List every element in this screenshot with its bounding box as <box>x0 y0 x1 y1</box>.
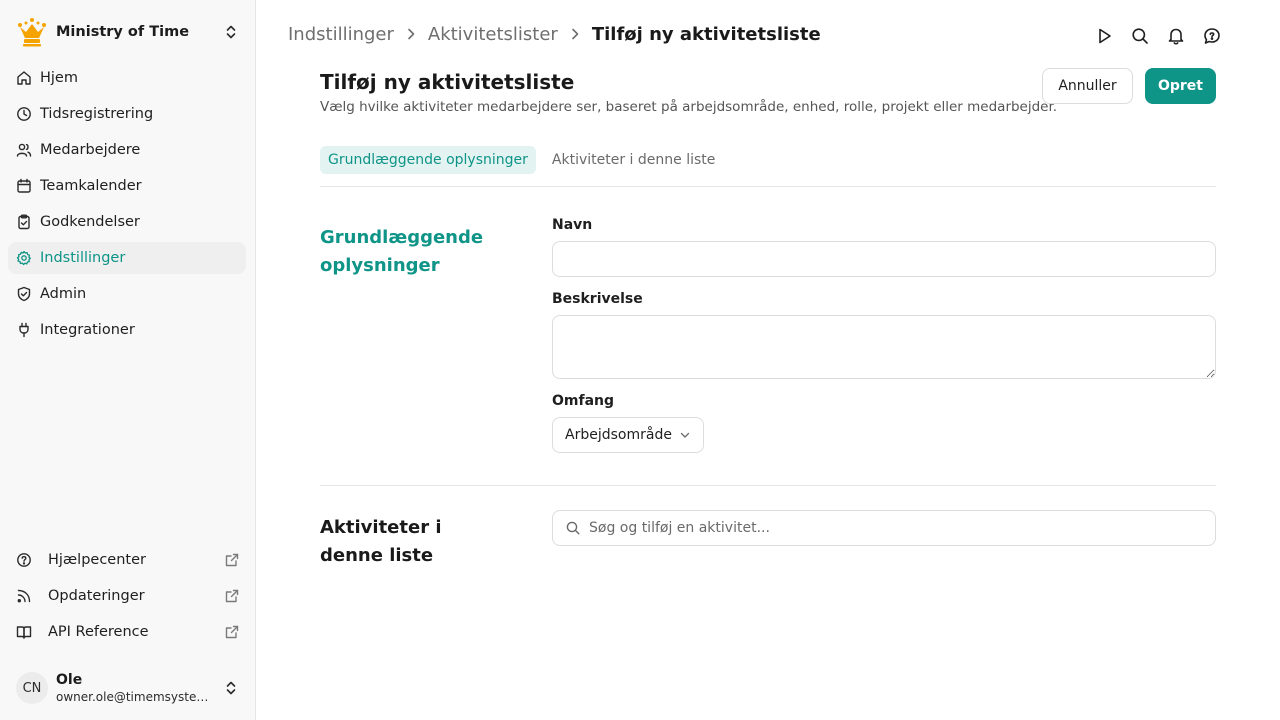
chevron-up-down-icon <box>226 25 236 39</box>
user-info: Ole owner.ole@timemsystem.dk <box>56 671 224 705</box>
api-reference-label: API Reference <box>48 624 149 640</box>
sidebar-item-approvals[interactable]: Godkendelser <box>8 206 246 238</box>
clipboard-check-icon <box>18 214 30 230</box>
user-menu[interactable]: CN Ole owner.ole@timemsystem.dk <box>16 668 240 708</box>
sidebar-item-label: Tidsregistrering <box>40 106 154 122</box>
avatar: CN <box>16 672 48 704</box>
org-switcher[interactable]: Ministry of Time <box>16 16 240 48</box>
calendar-icon <box>17 178 31 193</box>
sidebar-item-home[interactable]: Hjem <box>8 62 246 94</box>
bell-icon[interactable] <box>1166 26 1186 46</box>
gear-icon <box>16 250 31 266</box>
name-field[interactable] <box>552 241 1216 277</box>
sidebar-item-integrations[interactable]: Integrationer <box>8 314 246 346</box>
tab-basic-info[interactable]: Grundlæggende oplysninger <box>320 146 536 174</box>
sidebar-item-label: Admin <box>40 286 87 302</box>
breadcrumb-settings[interactable]: Indstillinger <box>288 24 394 45</box>
shield-check-icon <box>17 286 31 302</box>
sidebar-item-settings[interactable]: Indstillinger <box>8 242 246 274</box>
user-name: Ole <box>56 672 83 688</box>
description-field[interactable] <box>552 315 1216 379</box>
tab-activities[interactable]: Aktiviteter i denne liste <box>544 146 723 174</box>
name-label: Navn <box>552 217 593 233</box>
divider <box>320 485 1216 486</box>
updates-link[interactable]: Opdateringer <box>8 580 246 612</box>
page-title: Tilføj ny aktivitetsliste <box>320 70 575 94</box>
sidebar-nav: Hjem Tidsregistrering Medarbejdere Teamk… <box>8 62 246 350</box>
chevron-down-icon <box>680 432 690 438</box>
external-link-icon <box>225 589 239 603</box>
book-icon <box>16 626 32 639</box>
cancel-button[interactable]: Annuller <box>1042 68 1133 104</box>
basic-section-title: Grundlæggende oplysninger <box>320 227 484 276</box>
divider <box>320 186 1216 187</box>
updates-label: Opdateringer <box>48 588 145 604</box>
external-link-icon <box>225 625 239 639</box>
api-reference-link[interactable]: API Reference <box>8 616 246 648</box>
sidebar-item-employees[interactable]: Medarbejdere <box>8 134 246 166</box>
org-name: Ministry of Time <box>56 24 190 40</box>
breadcrumb-activity-lists[interactable]: Aktivitetslister <box>428 24 558 45</box>
user-email: owner.ole@timemsystem.dk <box>56 690 212 704</box>
search-icon[interactable] <box>1130 26 1150 46</box>
sidebar-item-label: Godkendelser <box>40 214 140 230</box>
help-center-link[interactable]: Hjælpecenter <box>8 544 246 576</box>
section-tabs: Grundlæggende oplysninger Aktiviteter i … <box>320 146 731 174</box>
chevron-right-icon <box>572 28 579 40</box>
sidebar-item-label: Medarbejdere <box>40 142 141 158</box>
sidebar-item-admin[interactable]: Admin <box>8 278 246 310</box>
scope-value: Arbejdsområde <box>565 427 672 443</box>
sidebar-item-label: Teamkalender <box>40 178 142 194</box>
sidebar-item-label: Integrationer <box>40 322 135 338</box>
top-actions <box>1094 26 1238 46</box>
crown-icon <box>18 18 46 47</box>
search-icon <box>566 521 580 535</box>
external-link-icon <box>225 553 239 567</box>
chevron-right-icon <box>408 28 415 40</box>
sidebar-footer-links: Hjælpecenter Opdateringer API Reference <box>8 544 246 652</box>
sidebar-item-team-calendar[interactable]: Teamkalender <box>8 170 246 202</box>
help-circle-icon <box>17 553 31 567</box>
clock-icon <box>17 107 31 121</box>
scope-label: Omfang <box>552 393 615 409</box>
page-subtitle: Vælg hvilke aktiviteter medarbejdere ser… <box>320 99 1058 115</box>
chevron-up-down-icon <box>226 681 236 695</box>
sidebar-item-label: Indstillinger <box>40 250 126 266</box>
sidebar: Ministry of Time Hjem Tidsregistrering M… <box>0 0 256 720</box>
plug-icon <box>19 322 29 338</box>
sidebar-item-label: Hjem <box>40 70 78 86</box>
activities-section-title: Aktiviteter i denne liste <box>320 517 442 566</box>
home-icon <box>17 71 31 85</box>
help-center-label: Hjælpecenter <box>48 552 146 568</box>
play-icon[interactable] <box>1094 26 1114 46</box>
sidebar-item-time-tracking[interactable]: Tidsregistrering <box>8 98 246 130</box>
scope-select[interactable]: Arbejdsområde <box>552 417 704 453</box>
rss-icon <box>17 589 31 603</box>
users-icon <box>16 143 32 157</box>
help-chat-icon[interactable] <box>1202 26 1222 46</box>
activity-search-input[interactable] <box>589 520 1203 536</box>
breadcrumb-current: Tilføj ny aktivitetsliste <box>591 23 821 45</box>
activity-search <box>552 510 1216 546</box>
description-label: Beskrivelse <box>552 291 643 307</box>
breadcrumb: Indstillinger Aktivitetslister Tilføj ny… <box>288 20 821 48</box>
create-button[interactable]: Opret <box>1145 68 1216 104</box>
